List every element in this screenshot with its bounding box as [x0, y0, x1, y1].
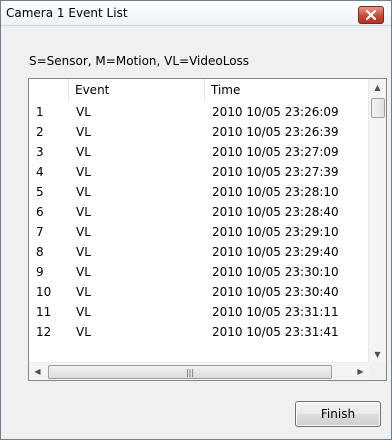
- row-time: 2010 10/05 23:30:40: [212, 285, 339, 299]
- list-header: Event Time: [29, 79, 369, 102]
- row-number: 1: [36, 105, 44, 119]
- scroll-left-button[interactable]: ◀: [29, 363, 46, 380]
- grip-icon: |||: [185, 367, 195, 377]
- row-time: 2010 10/05 23:27:39: [212, 165, 339, 179]
- row-number: 3: [36, 145, 44, 159]
- row-event: VL: [76, 325, 91, 339]
- row-time: 2010 10/05 23:28:40: [212, 205, 339, 219]
- row-time: 2010 10/05 23:26:39: [212, 125, 339, 139]
- row-event: VL: [76, 265, 91, 279]
- table-row[interactable]: 9 VL 2010 10/05 23:30:10: [29, 262, 369, 282]
- table-row[interactable]: 4 VL 2010 10/05 23:27:39: [29, 162, 369, 182]
- table-row[interactable]: 1 VL 2010 10/05 23:26:09: [29, 102, 369, 122]
- row-event: VL: [76, 205, 91, 219]
- horizontal-scroll-thumb[interactable]: |||: [48, 365, 332, 379]
- row-event: VL: [76, 145, 91, 159]
- horizontal-scrollbar[interactable]: ◀ ||| ▶: [29, 362, 369, 380]
- row-time: 2010 10/05 23:29:10: [212, 225, 339, 239]
- column-header-event[interactable]: Event: [69, 79, 205, 102]
- row-time: 2010 10/05 23:29:40: [212, 245, 339, 259]
- event-list[interactable]: Event Time 1 VL 2010 10/05 23:26:09 2 VL 2010…: [28, 78, 387, 381]
- row-number: 5: [36, 185, 44, 199]
- row-number: 11: [36, 305, 52, 319]
- row-number: 6: [36, 205, 44, 219]
- scroll-down-button[interactable]: ▼: [369, 346, 386, 363]
- row-time: 2010 10/05 23:26:09: [212, 105, 339, 119]
- scroll-right-button[interactable]: ▶: [352, 363, 369, 380]
- row-time: 2010 10/05 23:31:41: [212, 325, 339, 339]
- table-row[interactable]: 6 VL 2010 10/05 23:28:40: [29, 202, 369, 222]
- row-event: VL: [76, 305, 91, 319]
- row-event: VL: [76, 165, 91, 179]
- column-header-time[interactable]: Time: [205, 79, 369, 102]
- vertical-scroll-thumb[interactable]: [371, 98, 385, 118]
- title-bar[interactable]: Camera 1 Event List: [1, 1, 391, 26]
- table-row[interactable]: 3 VL 2010 10/05 23:27:09: [29, 142, 369, 162]
- table-row[interactable]: 5 VL 2010 10/05 23:28:10: [29, 182, 369, 202]
- table-row[interactable]: 11 VL 2010 10/05 23:31:11: [29, 302, 369, 322]
- close-icon: [366, 10, 376, 20]
- finish-button[interactable]: Finish: [295, 401, 381, 427]
- down-arrow-icon: ▼: [374, 350, 381, 359]
- row-number: 7: [36, 225, 44, 239]
- event-list-window: Camera 1 Event List S=Sensor, M=Motion, …: [0, 0, 392, 440]
- row-time: 2010 10/05 23:27:09: [212, 145, 339, 159]
- table-row[interactable]: 2 VL 2010 10/05 23:26:39: [29, 122, 369, 142]
- row-number: 10: [36, 285, 52, 299]
- row-event: VL: [76, 245, 91, 259]
- row-time: 2010 10/05 23:30:10: [212, 265, 339, 279]
- close-button[interactable]: [358, 6, 384, 24]
- left-arrow-icon: ◀: [34, 367, 41, 376]
- table-row[interactable]: 7 VL 2010 10/05 23:29:10: [29, 222, 369, 242]
- event-legend: S=Sensor, M=Motion, VL=VideoLoss: [29, 54, 250, 68]
- row-event: VL: [76, 225, 91, 239]
- row-number: 9: [36, 265, 44, 279]
- row-time: 2010 10/05 23:31:11: [212, 305, 339, 319]
- row-event: VL: [76, 125, 91, 139]
- window-title: Camera 1 Event List: [6, 6, 128, 20]
- table-row[interactable]: 8 VL 2010 10/05 23:29:40: [29, 242, 369, 262]
- row-number: 8: [36, 245, 44, 259]
- scrollbar-corner: [369, 363, 386, 380]
- row-event: VL: [76, 105, 91, 119]
- table-row[interactable]: 12 VL 2010 10/05 23:31:41: [29, 322, 369, 342]
- row-event: VL: [76, 185, 91, 199]
- row-number: 4: [36, 165, 44, 179]
- row-event: VL: [76, 285, 91, 299]
- right-arrow-icon: ▶: [357, 367, 364, 376]
- vertical-scrollbar[interactable]: ▲ ▼: [368, 79, 386, 363]
- table-row[interactable]: 10 VL 2010 10/05 23:30:40: [29, 282, 369, 302]
- row-time: 2010 10/05 23:28:10: [212, 185, 339, 199]
- scroll-up-button[interactable]: ▲: [369, 79, 386, 96]
- row-number: 12: [36, 325, 52, 339]
- column-header-number[interactable]: [29, 79, 69, 102]
- up-arrow-icon: ▲: [374, 83, 381, 92]
- row-number: 2: [36, 125, 44, 139]
